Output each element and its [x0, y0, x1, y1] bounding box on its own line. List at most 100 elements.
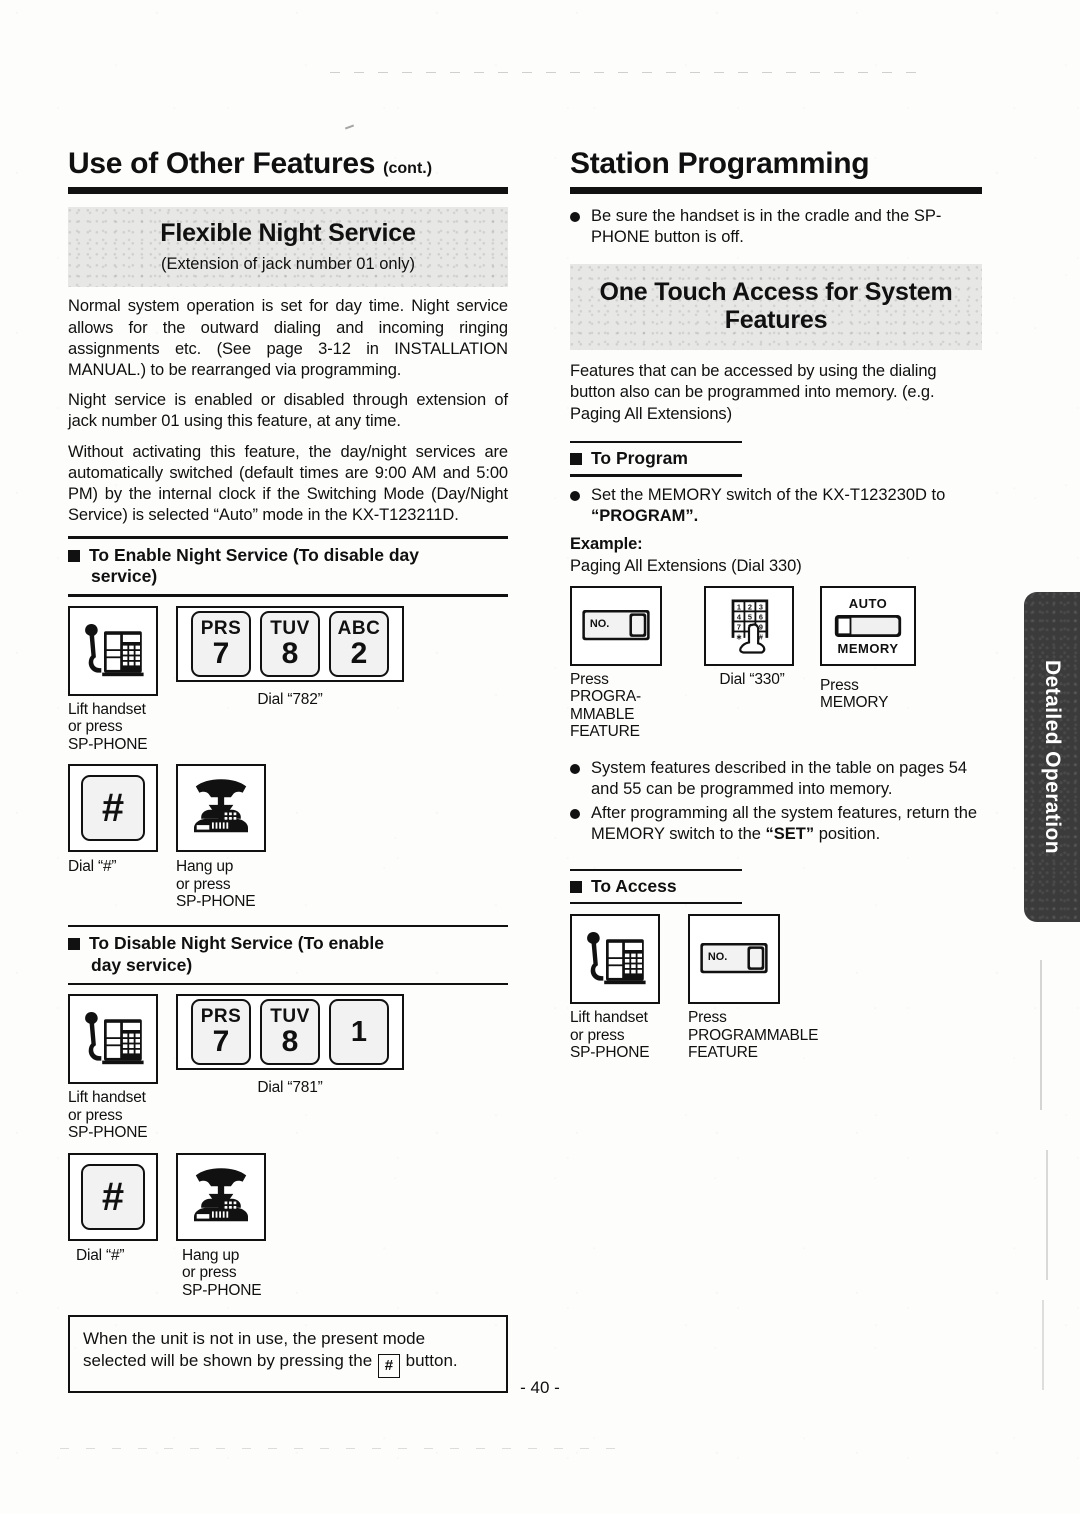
- feature-subtitle: (Extension of jack number 01 only): [160, 255, 416, 274]
- programmable-feature-button-icon: NO.: [582, 609, 650, 641]
- square-bullet-icon: [68, 549, 80, 562]
- enable-steps: Lift handset or press SP-PHONE PRS 7 TUV…: [68, 605, 508, 911]
- access-steps: Lift handset or press SP-PHONE NO. Press…: [570, 914, 982, 1062]
- programmable-feature-button-icon: NO.: [700, 943, 768, 974]
- hash-key-inline-icon: #: [377, 1354, 400, 1379]
- program-note-1: System features described in the table o…: [591, 758, 968, 798]
- program-step2-caption: Dial “330”: [719, 670, 785, 688]
- subhead-enable-night-service: To Enable Night Service (To disable day …: [68, 536, 508, 597]
- subhead-to-access-label: To Access: [591, 876, 677, 897]
- subhead-enable-line1: To Enable Night Service (To disable day: [89, 544, 419, 565]
- square-bullet-icon: [570, 881, 582, 894]
- dial-key-number: 1: [350, 1015, 368, 1048]
- dial-key-letters: PRS: [200, 1006, 242, 1028]
- dial-key-number: 8: [281, 636, 299, 670]
- to-program-bullets: Set the MEMORY switch of the KX-T123230D…: [570, 485, 982, 527]
- dial-key-letters: TUV: [270, 617, 310, 639]
- lift-handset-icon-box: [68, 994, 158, 1085]
- example-text: Paging All Extensions (Dial 330): [570, 556, 802, 575]
- scan-tick: [344, 124, 355, 130]
- dial-key-number: 7: [212, 1025, 230, 1059]
- hang-up-icon-box: [176, 1152, 266, 1241]
- page-title-left-cont: (cont.): [383, 160, 433, 177]
- desk-phone-handset-icon: [587, 932, 646, 985]
- left-paragraph-3: Without activating this feature, the day…: [68, 442, 508, 525]
- subhead-disable-line1: To Disable Night Service (To enable: [89, 933, 384, 954]
- disable-steps: Lift handset or press SP-PHONE PRS 7 TUV…: [68, 994, 508, 1299]
- square-bullet-icon: [570, 453, 582, 466]
- page-number: - 40 -: [520, 1378, 560, 1397]
- feature-title-band: Flexible Night Service (Extension of jac…: [68, 207, 508, 287]
- page-title-right: Station Programming: [570, 147, 870, 180]
- hash-key: #: [81, 775, 145, 842]
- hang-up-icon-box: [176, 764, 266, 853]
- subhead-to-access: To Access: [570, 868, 982, 905]
- dial-key: PRS 7: [191, 999, 251, 1066]
- dial-key: TUV 8: [260, 610, 320, 677]
- svg-text:∗: ∗: [736, 633, 742, 642]
- svg-text:5: 5: [748, 612, 752, 621]
- subhead-rule-bottom: [68, 594, 508, 597]
- programmable-feature-icon-box: NO.: [570, 585, 662, 666]
- scan-tick: [1042, 1300, 1044, 1390]
- disable-step1-caption: Lift handset or press SP-PHONE: [68, 1089, 148, 1142]
- dial-keypad-finger-icon: 123 456 789 ∗0#: [731, 599, 769, 654]
- page-title-left: Use of Other Features (cont.): [68, 147, 508, 180]
- programmable-feature-icon-box: NO.: [688, 914, 780, 1005]
- list-item: After programming all the system feature…: [570, 803, 982, 845]
- svg-text:#: #: [759, 633, 763, 642]
- subhead-enable-line2: service): [91, 566, 158, 587]
- side-tab-detailed-operation: Detailed Operation: [1024, 592, 1080, 922]
- hang-up-phone-icon: [194, 779, 248, 833]
- dial-key-letters: ABC: [337, 617, 381, 639]
- disable-dial-caption: Dial “781”: [257, 1079, 323, 1097]
- hang-up-phone-icon: [194, 1167, 248, 1221]
- square-bullet-icon: [68, 938, 80, 951]
- to-program-notes: System features described in the table o…: [570, 758, 982, 845]
- left-column: Use of Other Features (cont.) Flexible N…: [68, 147, 508, 1394]
- svg-text:NO.: NO.: [590, 618, 609, 630]
- enable-hangup-caption: Hang up or press SP-PHONE: [176, 858, 256, 911]
- left-paragraph-2: Night service is enabled or disabled thr…: [68, 391, 508, 431]
- hash-key-icon-box: #: [68, 764, 158, 853]
- memory-switch-icon-box: AUTO MEMORY: [820, 585, 916, 666]
- one-touch-title-band: One Touch Access for System Features: [570, 264, 982, 350]
- note-text: When the unit is not in use, the present…: [83, 1328, 493, 1379]
- memory-switch-instruction: Set the MEMORY switch of the KX-T123230D…: [591, 485, 946, 504]
- svg-text:9: 9: [759, 622, 763, 631]
- subhead-rule-bottom: [570, 901, 742, 905]
- subhead-to-access-text: To Access: [570, 871, 982, 902]
- left-paragraph-1: Normal system operation is set for day t…: [68, 297, 508, 379]
- dial-key-number: 2: [350, 636, 368, 670]
- dial-key-number: 8: [281, 1025, 299, 1059]
- keypad-icon-box: 123 456 789 ∗0#: [704, 585, 794, 666]
- enable-hash-caption: Dial “#”: [68, 858, 117, 876]
- dial-key: TUV 8: [260, 999, 320, 1066]
- one-touch-title-line1: One Touch Access for System: [599, 278, 953, 307]
- manual-page: Use of Other Features (cont.) Flexible N…: [0, 0, 1080, 1514]
- disable-hash-caption: Dial “#”: [76, 1246, 125, 1264]
- scan-artifact-line-bottom: [60, 1448, 620, 1449]
- feature-title: Flexible Night Service: [160, 219, 416, 248]
- page-title-left-text: Use of Other Features: [68, 147, 376, 180]
- program-step3-caption: Press MEMORY: [820, 676, 889, 712]
- example-label: Example:: [570, 535, 643, 554]
- title-rule-right: [570, 187, 982, 195]
- round-bullet-icon: [570, 212, 580, 223]
- list-item: System features described in the table o…: [570, 758, 982, 800]
- dial-key-number: 7: [212, 636, 230, 670]
- program-mode-label: “PROGRAM”.: [591, 506, 699, 525]
- scan-tick: [1040, 960, 1042, 1110]
- subhead-disable-text: To Disable Night Service (To enable day …: [68, 927, 508, 982]
- dial-key: 1: [329, 999, 389, 1066]
- scan-artifact-line: [330, 72, 930, 73]
- list-item: Be sure the handset is in the cradle and…: [570, 206, 982, 248]
- program-step1-caption: Press PROGRA- MMABLE FEATURE: [570, 670, 641, 741]
- svg-text:6: 6: [759, 612, 763, 621]
- enable-dial-caption: Dial “782”: [257, 690, 323, 708]
- desk-phone-handset-icon: [85, 1012, 144, 1065]
- one-touch-intro-paragraph: Features that can be accessed by using t…: [570, 362, 937, 423]
- one-touch-title-line2: Features: [724, 306, 828, 335]
- subhead-disable-night-service: To Disable Night Service (To enable day …: [68, 924, 508, 986]
- scan-tick: [1046, 1150, 1048, 1280]
